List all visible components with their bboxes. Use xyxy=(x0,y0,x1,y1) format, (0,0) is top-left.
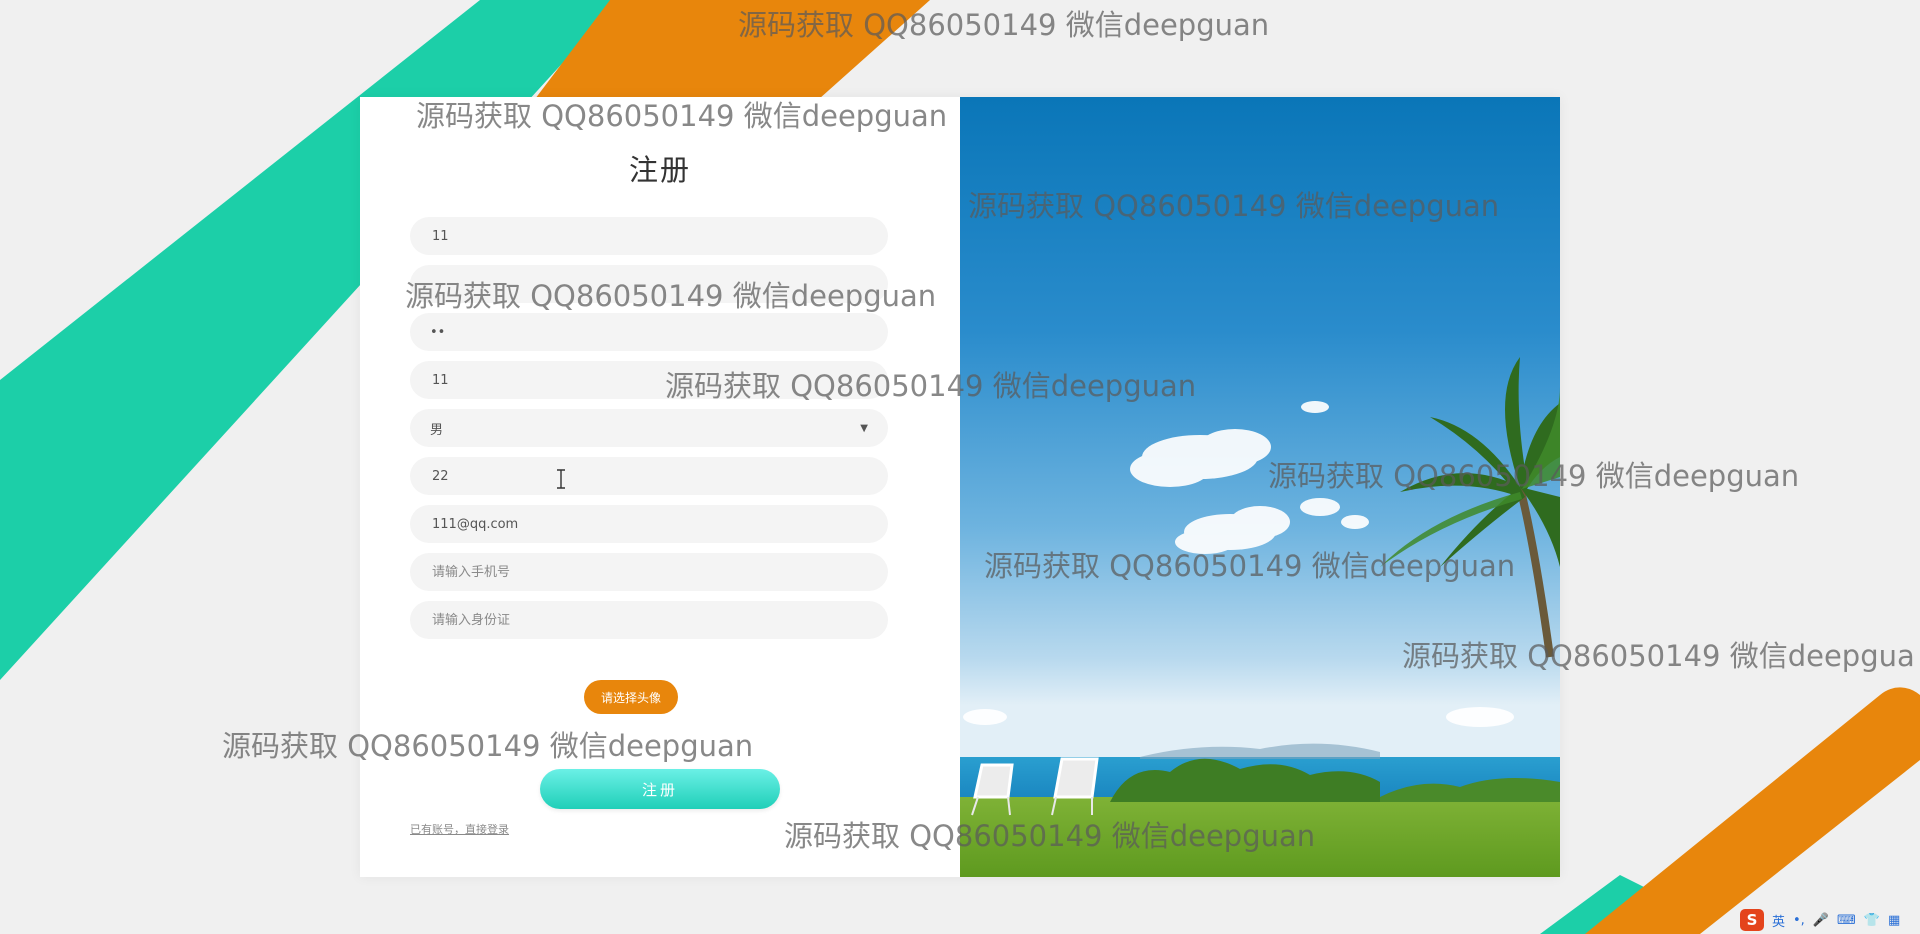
username-input[interactable] xyxy=(430,227,868,245)
watermark-text: 源码获取 QQ86050149 微信deepguan xyxy=(738,8,1270,42)
keyboard-icon[interactable]: ⌨ xyxy=(1837,913,1856,928)
ime-mode-toggle[interactable]: 英 xyxy=(1772,911,1785,930)
id-card-field[interactable] xyxy=(410,601,888,639)
age-input[interactable] xyxy=(430,467,868,485)
email-field[interactable] xyxy=(410,505,888,543)
watermark-text: 源码获取 QQ86050149 微信deepguan xyxy=(416,99,948,133)
watermark-text: 源码获取 QQ86050149 微信deepgua xyxy=(1402,639,1915,673)
punctuation-icon[interactable]: •, xyxy=(1793,913,1805,928)
choose-avatar-button[interactable]: 请选择头像 xyxy=(584,680,678,714)
password-value: •• xyxy=(430,324,446,340)
password-field[interactable]: •• xyxy=(410,313,888,351)
age-field[interactable] xyxy=(410,457,888,495)
id-card-input[interactable] xyxy=(430,611,868,629)
phone-field[interactable] xyxy=(410,553,888,591)
watermark-text: 源码获取 QQ86050149 微信deepguan xyxy=(222,729,754,763)
phone-input[interactable] xyxy=(430,563,868,581)
register-button[interactable]: 注册 xyxy=(540,769,780,809)
skin-icon[interactable]: 👕 xyxy=(1864,913,1880,928)
sogou-ime-icon[interactable]: S xyxy=(1740,909,1764,931)
text-cursor-icon xyxy=(557,469,565,489)
watermark-text: 源码获取 QQ86050149 微信deepguan xyxy=(665,369,1197,403)
watermark-text: 源码获取 QQ86050149 微信deepguan xyxy=(984,549,1516,583)
page: 注册 •• 男 ▼ xyxy=(0,0,1920,934)
toolbox-grid-icon[interactable]: ▦ xyxy=(1888,913,1900,928)
page-title: 注册 xyxy=(628,153,691,187)
email-input[interactable] xyxy=(430,515,868,533)
chevron-down-icon: ▼ xyxy=(860,422,868,434)
watermark-text: 源码获取 QQ86050149 微信deepguan xyxy=(405,279,937,313)
watermark-text: 源码获取 QQ86050149 微信deepguan xyxy=(784,819,1316,853)
gender-value: 男 xyxy=(430,422,444,438)
login-link[interactable]: 已有账号，直接登录 xyxy=(410,821,509,837)
gender-select[interactable]: 男 ▼ xyxy=(410,409,888,447)
ime-toolbar: S 英 •, 🎤 ⌨ 👕 ▦ xyxy=(1736,906,1920,934)
watermark-text: 源码获取 QQ86050149 微信deepguan xyxy=(1268,459,1800,493)
username-field[interactable] xyxy=(410,217,888,255)
watermark-text: 源码获取 QQ86050149 微信deepguan xyxy=(968,189,1500,223)
microphone-icon[interactable]: 🎤 xyxy=(1813,913,1829,928)
